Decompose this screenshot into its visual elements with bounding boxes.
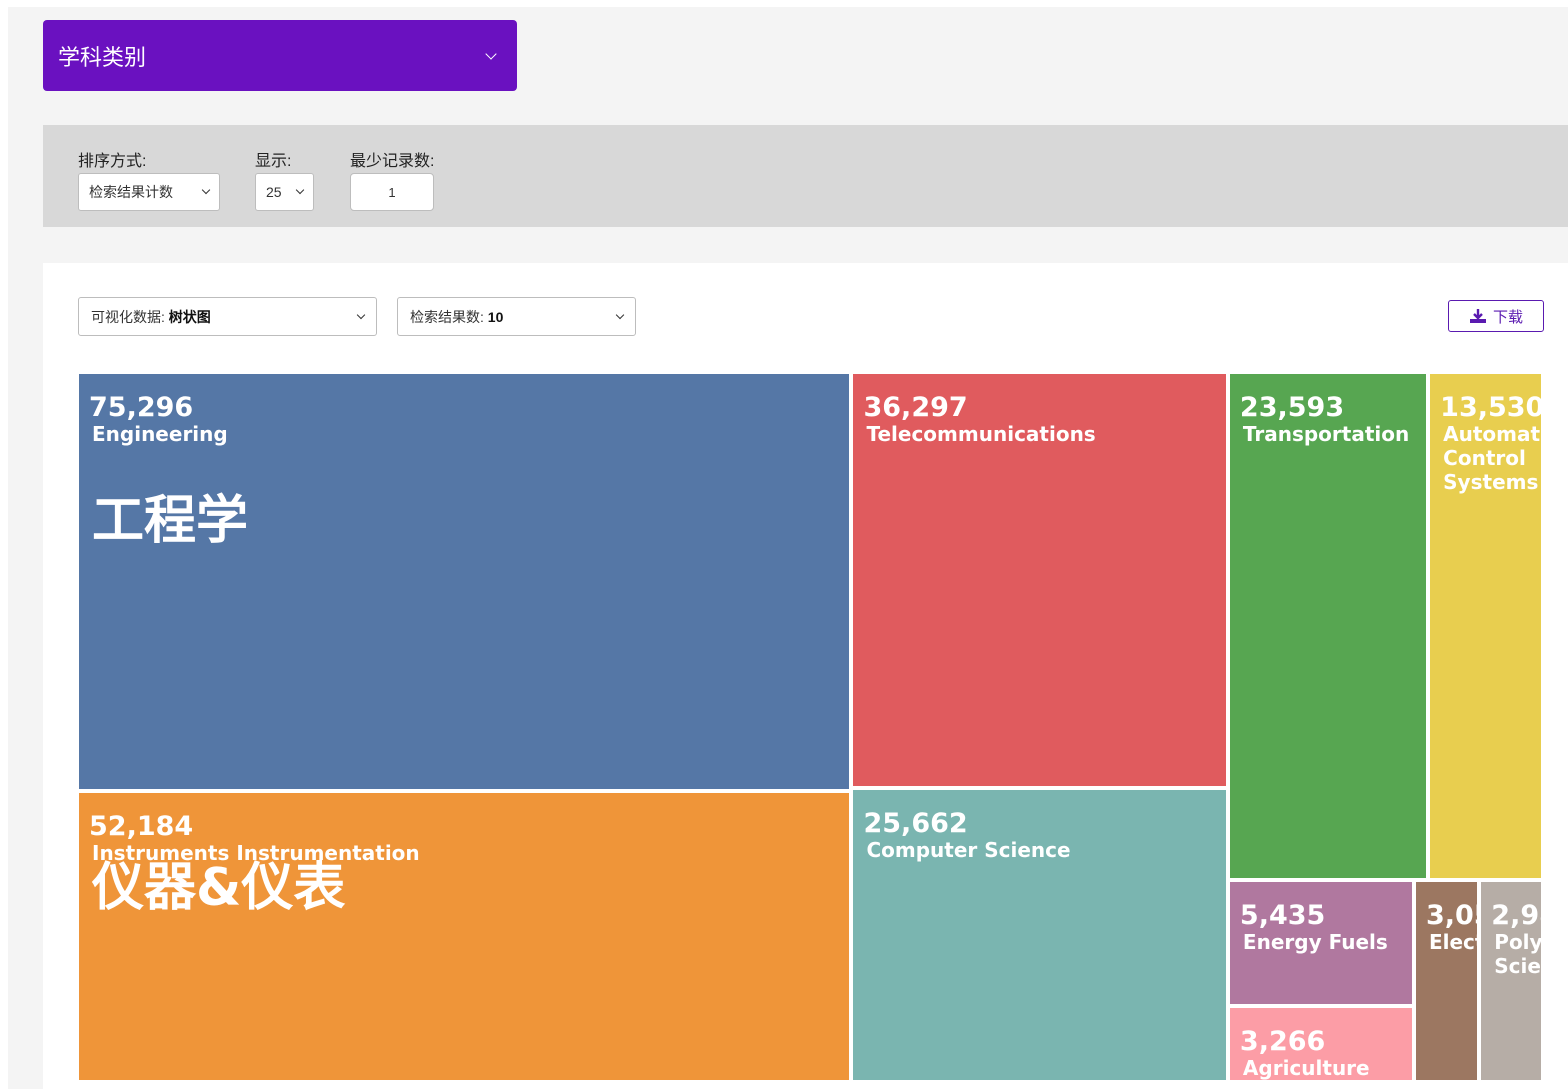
treemap-value-transportation: 23,593 <box>1239 392 1345 423</box>
min-records-label: 最少记录数: <box>350 153 435 170</box>
result-count-value: 10 <box>487 308 504 325</box>
treemap-label-automation-control-systems: Automation Control Systems <box>1443 422 1541 494</box>
treemap-label-agriculture: Agriculture <box>1242 1056 1370 1081</box>
subject-treemap: 75,296 Engineering 52,184 Instruments Instr… <box>79 374 1545 1084</box>
treemap-value-engineering: 75,296 <box>89 392 194 423</box>
result-count-text: 检索结果数: 10 <box>410 308 504 325</box>
engineering-chinese-label: 工程学 <box>92 491 249 551</box>
visualization-type-text: 可视化数据: 树状图 <box>91 308 211 325</box>
treemap-value-agriculture: 3,266 <box>1239 1026 1326 1058</box>
treemap-cell-agriculture[interactable]: 3,266 Agriculture <box>1229 1008 1416 1084</box>
chevron-down-icon <box>201 185 211 195</box>
download-icon <box>1469 309 1486 323</box>
chevron-down-icon <box>615 310 625 319</box>
treemap-cell-automation-control-systems[interactable]: 13,530Automation Control Systems <box>1430 374 1545 883</box>
sort-group: 排序方式: 检索结果计数 <box>78 147 220 211</box>
filter-bar: 排序方式: 检索结果计数 显示: 25 最少记录数: <box>43 125 1568 227</box>
treemap-value-instruments-instrumentation: 52,184 <box>89 811 194 843</box>
min-records-input[interactable] <box>350 173 434 211</box>
treemap-label-engineering: Engineering <box>92 422 228 446</box>
treemap-value-polyme-science: 2,980 <box>1491 900 1541 932</box>
show-select[interactable]: 25 <box>255 173 314 211</box>
treemap-cell-telecommunications[interactable]: 36,297 Telecommunications <box>853 374 1230 790</box>
treemap-cell-transportation[interactable]: 23,593 Transportation <box>1229 374 1431 883</box>
treemap-cell-electroch[interactable]: 3,056Electroch <box>1415 882 1482 1084</box>
treemap-value-energy-fuels: 5,435 <box>1239 900 1326 932</box>
treemap-value-electroch: 3,056 <box>1425 900 1477 932</box>
show-value: 25 <box>266 184 282 200</box>
treemap-cell-instruments-instrumentation[interactable]: 52,184 Instruments Instrumentation <box>79 793 854 1084</box>
sort-value: 检索结果计数 <box>89 184 173 200</box>
sort-label: 排序方式: <box>78 153 147 170</box>
treemap-cell-engineering[interactable]: 75,296 Engineering <box>79 374 854 794</box>
instruments-chinese-label: 仪器&仪表 <box>92 858 346 918</box>
treemap-label-transportation: Transportation <box>1242 422 1410 446</box>
show-label: 显示: <box>255 153 292 170</box>
chevron-down-icon <box>295 185 305 195</box>
treemap-value-computer-science: 25,662 <box>863 807 968 839</box>
sort-select[interactable]: 检索结果计数 <box>78 173 220 211</box>
chevron-down-icon <box>485 47 497 60</box>
treemap-value-automation-control-systems: 13,530 <box>1440 392 1545 423</box>
show-group: 显示: 25 <box>255 147 314 211</box>
category-dropdown-header[interactable]: 学科类别 <box>43 20 517 91</box>
treemap-label-telecommunications: Telecommunications <box>866 422 1096 446</box>
result-count-select[interactable]: 检索结果数: 10 <box>397 297 636 336</box>
visualization-type-value: 树状图 <box>168 308 211 325</box>
treemap-cell-energy-fuels[interactable]: 5,435 Energy Fuels <box>1229 882 1416 1009</box>
treemap-cell-computer-science[interactable]: 25,662 Computer Science <box>853 789 1230 1084</box>
download-label: 下载 <box>1492 308 1523 326</box>
min-records-group: 最少记录数: <box>350 147 434 211</box>
treemap-cell-polyme-science[interactable]: 2,980Polyme Science <box>1481 882 1545 1084</box>
treemap-label-polyme-science: Polyme Science <box>1494 930 1543 979</box>
treemap-label-energy-fuels: Energy Fuels <box>1242 930 1388 955</box>
treemap-value-telecommunications: 36,297 <box>863 392 968 423</box>
treemap-label-electroch: Electroch <box>1428 930 1477 955</box>
download-button[interactable]: 下载 <box>1448 300 1544 332</box>
chevron-down-icon <box>356 310 366 319</box>
visualization-type-select[interactable]: 可视化数据: 树状图 <box>78 297 377 336</box>
treemap-label-computer-science: Computer Science <box>866 837 1071 862</box>
category-title: 学科类别 <box>58 44 147 70</box>
